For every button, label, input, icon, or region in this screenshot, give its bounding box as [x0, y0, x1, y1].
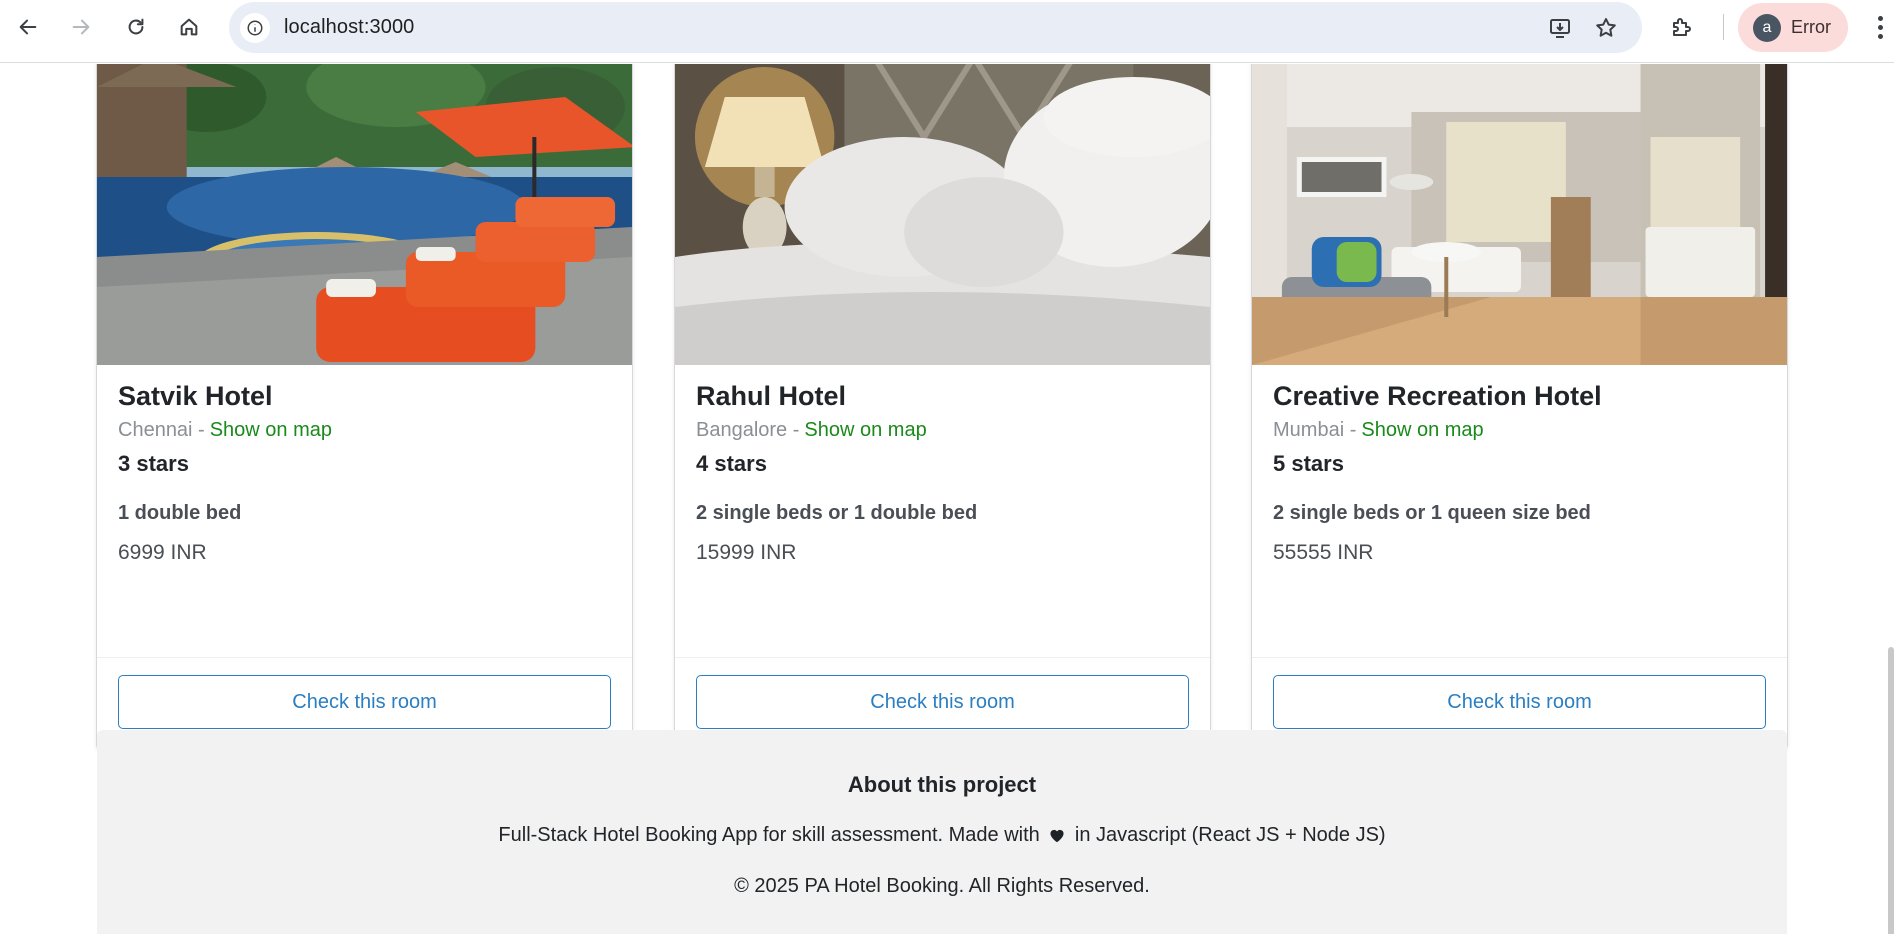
hotel-stars: 3 stars [118, 451, 189, 476]
copyright-text: © 2025 PA Hotel Booking. All Rights Rese… [734, 875, 1150, 897]
page-viewport: Satvik Hotel Chennai - Show on map 3 star… [0, 64, 1894, 934]
hotel-location: Bangalore - Show on map [696, 419, 927, 442]
hotel-city: Chennai - [118, 419, 205, 441]
about-desc-before: Full-Stack Hotel Booking App for skill a… [498, 824, 1040, 846]
address-bar[interactable]: localhost:3000 [229, 2, 1642, 53]
hotel-beds: 2 single beds or 1 queen size bed [1273, 502, 1591, 524]
heart-icon [1048, 826, 1066, 843]
hotel-name[interactable]: Rahul Hotel [696, 381, 846, 412]
toolbar-divider [1723, 14, 1724, 40]
profile-status: Error [1791, 17, 1831, 37]
about-title: About this project [847, 772, 1037, 797]
hotel-price: 55555 INR [1273, 541, 1374, 564]
puzzle-icon [1673, 18, 1691, 36]
hotel-location: Chennai - Show on map [118, 419, 332, 442]
scrollbar-thumb[interactable] [1888, 647, 1894, 934]
avatar: a [1753, 13, 1781, 42]
check-room-button[interactable]: Check this room [118, 675, 611, 729]
home-icon [180, 18, 198, 36]
hotel-location: Mumbai - Show on map [1273, 419, 1484, 442]
profile-button[interactable]: a Error [1738, 3, 1848, 52]
hotel-price: 15999 INR [696, 541, 797, 564]
hotel-stars: 5 stars [1273, 451, 1344, 476]
home-button[interactable] [170, 8, 208, 46]
browser-toolbar: localhost:3000 a Error [0, 0, 1894, 63]
hotel-image-pool [97, 64, 632, 365]
hotel-card: Creative Recreation Hotel Mumbai - Show o… [1251, 64, 1788, 750]
install-app-button[interactable] [1546, 14, 1574, 42]
arrow-right-icon [72, 19, 90, 35]
about-section: About this project Full-Stack Hotel Book… [97, 730, 1787, 934]
hotel-image-bed [675, 64, 1210, 365]
arrow-left-icon [19, 19, 37, 35]
hotel-beds: 1 double bed [118, 502, 242, 524]
hotel-name[interactable]: Creative Recreation Hotel [1273, 381, 1602, 412]
show-on-map-link[interactable]: Show on map [1361, 419, 1483, 441]
hotel-city: Mumbai - [1273, 419, 1357, 441]
about-desc-after: in Javascript (React JS + Node JS) [1074, 824, 1386, 846]
kebab-menu-icon[interactable] [1868, 12, 1892, 42]
site-info-button[interactable] [240, 13, 270, 43]
install-app-icon [1550, 19, 1570, 38]
show-on-map-link[interactable]: Show on map [804, 419, 926, 441]
back-button[interactable] [9, 8, 47, 46]
hotel-card: Rahul Hotel Bangalore - Show on map 4 sta… [674, 64, 1211, 750]
about-description: Full-Stack Hotel Booking App for skill a… [97, 824, 1787, 847]
hotel-price: 6999 INR [118, 541, 207, 564]
bookmark-button[interactable] [1592, 14, 1620, 42]
hotel-name[interactable]: Satvik Hotel [118, 381, 273, 412]
hotel-card: Satvik Hotel Chennai - Show on map 3 star… [96, 64, 633, 750]
hotel-city: Bangalore - [696, 419, 800, 441]
reload-icon [128, 18, 144, 35]
hotel-stars: 4 stars [696, 451, 767, 476]
reload-button[interactable] [117, 8, 155, 46]
show-on-map-link[interactable]: Show on map [210, 419, 332, 441]
check-room-button[interactable]: Check this room [696, 675, 1189, 729]
hotel-beds: 2 single beds or 1 double bed [696, 502, 978, 524]
check-room-button[interactable]: Check this room [1273, 675, 1766, 729]
extensions-button[interactable] [1667, 12, 1697, 42]
forward-button[interactable] [62, 8, 100, 46]
hotel-image-room [1252, 64, 1787, 365]
url-text[interactable]: localhost:3000 [284, 16, 414, 39]
star-icon [1596, 18, 1616, 37]
info-icon [247, 20, 263, 36]
